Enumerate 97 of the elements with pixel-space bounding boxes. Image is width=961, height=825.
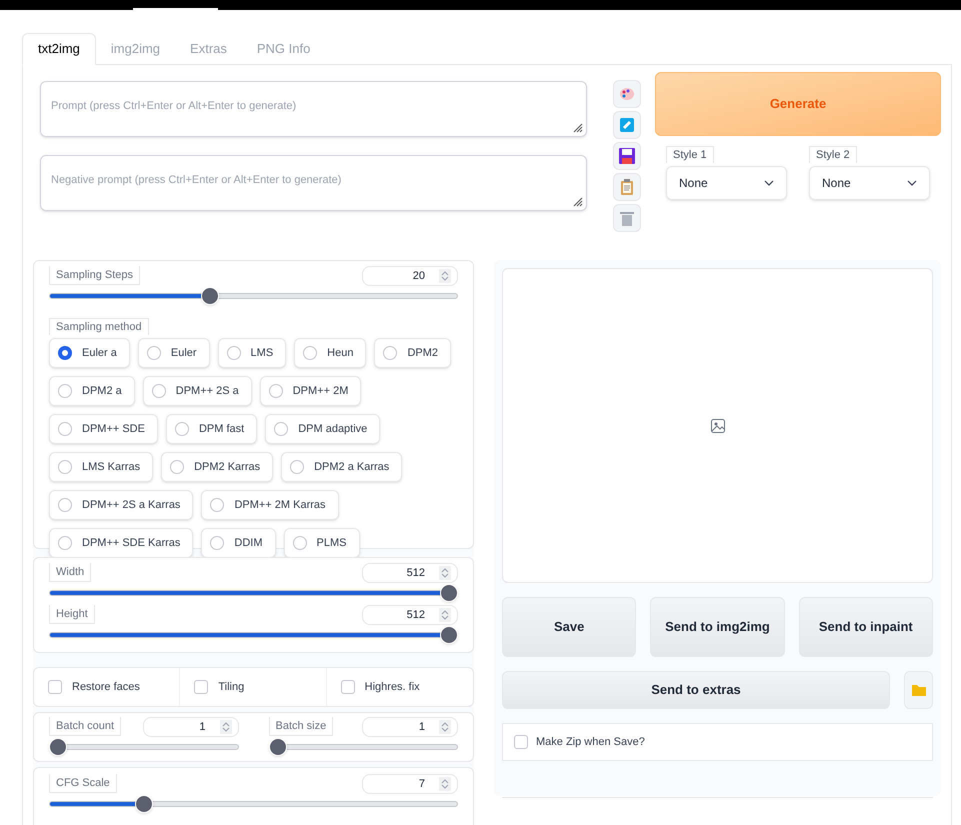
radio-button[interactable] — [152, 384, 166, 398]
number-field[interactable]: 512 — [362, 563, 458, 583]
field-label: Batch count — [49, 717, 122, 736]
checkbox-label: Make Zip when Save? — [536, 734, 645, 750]
radio-button[interactable] — [58, 384, 72, 398]
save-style-button[interactable] — [613, 142, 641, 170]
radio-option[interactable]: DPM++ 2S a Karras — [49, 490, 194, 520]
slider[interactable] — [49, 794, 458, 814]
checkbox[interactable] — [48, 680, 62, 694]
checkbox[interactable] — [514, 735, 528, 749]
radio-option[interactable]: LMS — [218, 338, 286, 368]
style-dropdown[interactable]: None — [809, 166, 930, 200]
placeholder-text: Prompt (press Ctrl+Enter or Alt+Enter to generate) — [51, 100, 296, 112]
spinner-icon — [439, 566, 451, 580]
spinner-icon — [439, 608, 451, 622]
field-label: Width — [49, 563, 92, 582]
spinner-icon — [439, 269, 451, 283]
field-label: Style 1 — [666, 146, 714, 163]
folder-icon — [912, 684, 926, 696]
output-button[interactable]: Save — [502, 597, 636, 657]
radio-button[interactable] — [170, 460, 184, 474]
checkbox[interactable] — [340, 680, 355, 694]
radio-button[interactable] — [58, 460, 72, 474]
radio-button[interactable] — [268, 384, 283, 398]
radio-button[interactable] — [303, 346, 318, 360]
number-field[interactable]: 1 — [142, 717, 238, 737]
radio-option[interactable]: DDIM — [201, 528, 276, 558]
trash-icon — [620, 210, 634, 226]
radio-button[interactable] — [383, 346, 398, 360]
chevron-down-icon — [907, 180, 917, 186]
radio-option[interactable]: DPM++ SDE Karras — [49, 528, 194, 558]
radio-button[interactable] — [146, 346, 161, 360]
paste-button[interactable] — [613, 173, 641, 201]
field-label: Style 2 — [809, 146, 857, 163]
radio-option[interactable]: DPM2 Karras — [161, 452, 274, 482]
output-button[interactable]: Send to inpaint — [798, 597, 933, 657]
radio-option[interactable]: DPM++ SDE — [49, 414, 158, 444]
field-label: Sampling method — [49, 318, 149, 335]
radio-option[interactable]: DPM2 — [374, 338, 452, 368]
field-label: CFG Scale — [49, 774, 117, 793]
radio-option[interactable]: DPM++ 2S a — [142, 376, 252, 406]
spinner-icon — [439, 720, 451, 734]
radio-button[interactable] — [290, 460, 304, 474]
radio-option[interactable]: Euler — [138, 338, 210, 368]
radio-option[interactable]: DPM adaptive — [265, 414, 380, 444]
clipboard-icon — [620, 179, 634, 195]
checkbox[interactable] — [194, 680, 208, 694]
radio-button[interactable] — [58, 536, 72, 550]
brush-icon — [620, 118, 634, 132]
checkbox-label: Tiling — [218, 680, 244, 695]
chevron-down-icon — [764, 180, 774, 186]
radio-button[interactable] — [292, 536, 307, 550]
clear-button[interactable] — [613, 204, 641, 232]
radio-button[interactable] — [274, 422, 288, 436]
radio-option[interactable]: Heun — [294, 338, 366, 368]
resize-handle-icon — [571, 195, 583, 207]
radio-option[interactable]: DPM++ 2M — [260, 376, 362, 406]
palette-icon — [619, 87, 635, 101]
slider[interactable] — [49, 286, 458, 306]
radio-option[interactable]: LMS Karras — [49, 452, 154, 482]
number-field[interactable]: 20 — [362, 266, 458, 286]
open-folder-button[interactable] — [904, 671, 933, 709]
tab[interactable]: txt2img — [22, 33, 96, 65]
radio-option[interactable]: DPM++ 2M Karras — [201, 490, 339, 520]
style-dropdown[interactable]: None — [666, 166, 787, 200]
slider[interactable] — [49, 583, 458, 603]
spinner-icon — [439, 777, 451, 791]
radio-button[interactable] — [58, 346, 72, 360]
field-label: Height — [49, 605, 95, 624]
radio-button[interactable] — [58, 498, 72, 512]
slider[interactable] — [49, 625, 458, 645]
radio-option[interactable]: Euler a — [49, 338, 130, 368]
number-field[interactable]: 1 — [362, 717, 458, 737]
send-to-extras-button[interactable]: Send to extras — [502, 671, 890, 709]
number-field[interactable]: 7 — [362, 774, 458, 794]
radio-option[interactable]: PLMS — [284, 528, 360, 558]
radio-option[interactable]: DPM fast — [166, 414, 258, 444]
radio-button[interactable] — [58, 422, 72, 436]
radio-option[interactable]: DPM2 a — [49, 376, 135, 406]
radio-button[interactable] — [226, 346, 241, 360]
field-label: Sampling Steps — [49, 266, 140, 285]
placeholder-text: Negative prompt (press Ctrl+Enter or Alt+Enter to generate) — [51, 174, 342, 186]
checkbox-label: Highres. fix — [364, 680, 420, 695]
radio-button[interactable] — [174, 422, 189, 436]
radio-option[interactable]: DPM2 a Karras — [281, 452, 402, 482]
slider[interactable] — [49, 737, 238, 757]
number-field[interactable]: 512 — [362, 605, 458, 625]
spinner-icon — [220, 720, 232, 734]
slider[interactable] — [268, 737, 458, 757]
checkbox-label: Restore faces — [72, 680, 140, 695]
radio-button[interactable] — [210, 498, 224, 512]
field-label: Batch size — [268, 717, 334, 736]
resize-handle-icon — [571, 121, 583, 133]
output-button[interactable]: Send to img2img — [650, 597, 785, 657]
radio-button[interactable] — [210, 536, 224, 550]
palette-button[interactable] — [613, 80, 641, 108]
image-icon — [710, 418, 724, 432]
